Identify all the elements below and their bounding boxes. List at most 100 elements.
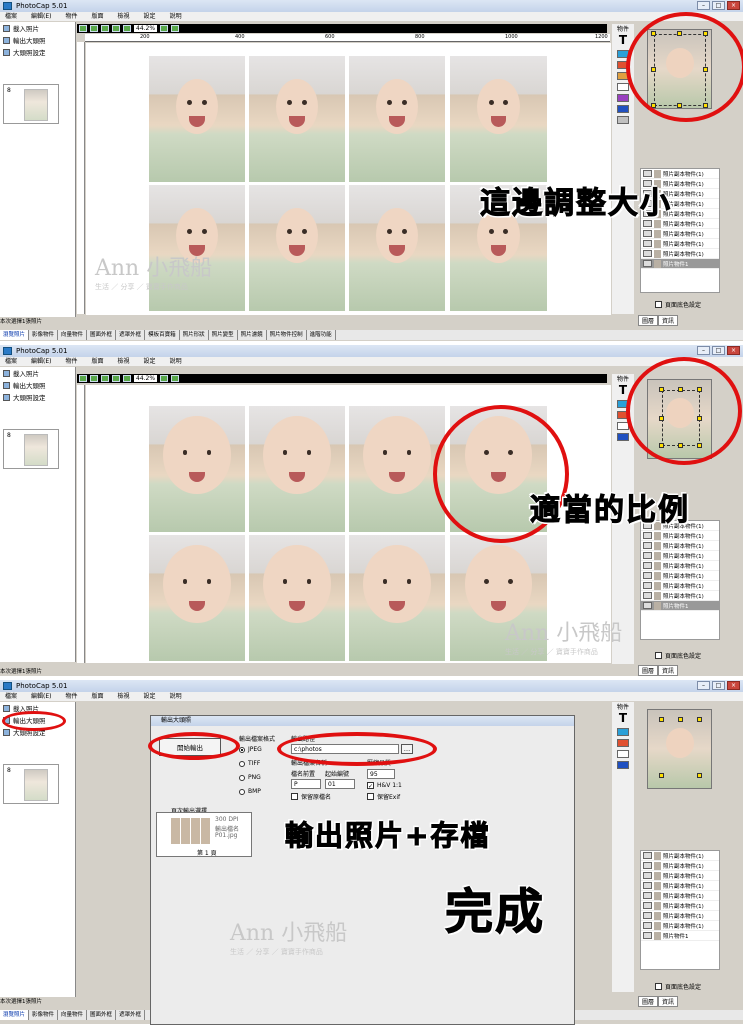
tab-layers[interactable]: 圖層	[638, 996, 659, 1007]
photo-cell[interactable]	[249, 56, 345, 182]
menu-object[interactable]: 物件	[66, 692, 78, 701]
load-photo-item[interactable]: 載入照片	[0, 22, 75, 34]
menu-layout[interactable]: 版面	[92, 357, 104, 366]
menu-object[interactable]: 物件	[66, 357, 78, 366]
pointer-icon[interactable]	[160, 25, 169, 32]
zoom-in-icon[interactable]	[101, 375, 109, 382]
menu-help[interactable]: 說明	[170, 12, 182, 21]
tab-browse[interactable]: 瀏覽照片	[0, 330, 30, 340]
visibility-icon[interactable]	[643, 892, 652, 899]
visibility-icon[interactable]	[643, 922, 652, 929]
zoom-out-icon[interactable]	[112, 375, 120, 382]
hand-icon[interactable]	[171, 25, 180, 32]
photo-thumbnail[interactable]: 8	[3, 429, 59, 469]
hv-ratio-checkbox[interactable]: ✓ H&V 1:1	[367, 782, 402, 790]
layer-item[interactable]: 照片副本物件(1)	[641, 921, 719, 931]
photo-cell[interactable]	[149, 406, 245, 532]
exif-tool-icon[interactable]	[617, 105, 629, 113]
maximize-button[interactable]: □	[712, 681, 725, 690]
visibility-icon[interactable]	[643, 572, 652, 579]
clock-tool-icon[interactable]	[617, 83, 629, 91]
visibility-icon[interactable]	[643, 250, 652, 257]
prefix-input[interactable]: P	[291, 779, 321, 789]
export-headshot-item[interactable]: 輸出大頭照	[0, 379, 75, 391]
zoom-in-icon[interactable]	[101, 25, 109, 32]
tab-browse[interactable]: 瀏覽照片	[0, 1010, 30, 1020]
tab-shape[interactable]: 照片形狀	[180, 330, 209, 340]
clock-tool-icon[interactable]	[617, 750, 629, 758]
tab-info[interactable]: 資訊	[658, 996, 679, 1007]
undo-icon[interactable]	[79, 375, 87, 382]
layer-item[interactable]: 照片副本物件(1)	[641, 551, 719, 561]
visibility-icon[interactable]	[643, 902, 652, 909]
layer-item[interactable]: 照片副本物件(1)	[641, 531, 719, 541]
visibility-icon[interactable]	[643, 862, 652, 869]
hand-icon[interactable]	[171, 375, 180, 382]
menu-view[interactable]: 檢視	[118, 12, 130, 21]
visibility-icon[interactable]	[643, 592, 652, 599]
layer-item[interactable]: 照片副本物件(1)	[641, 249, 719, 259]
minimize-button[interactable]: –	[697, 1, 710, 10]
zoom-level[interactable]: 44.2%	[134, 25, 158, 32]
tab-mask[interactable]: 遮罩外框	[116, 1010, 146, 1020]
visibility-icon[interactable]	[643, 170, 652, 177]
tab-info[interactable]: 資訊	[658, 315, 679, 326]
resize-handle[interactable]	[659, 773, 664, 778]
frame-tool-icon[interactable]	[617, 739, 629, 747]
menu-edit[interactable]: 編輯(E)	[31, 12, 51, 21]
page-bg-checkbox[interactable]: 頁面底色設定	[655, 982, 701, 991]
resize-handle[interactable]	[697, 773, 702, 778]
keep-name-checkbox[interactable]: 保留原檔名	[291, 792, 331, 801]
layer-item[interactable]: 照片副本物件(1)	[641, 591, 719, 601]
minimize-button[interactable]: –	[697, 681, 710, 690]
photo-cell[interactable]	[349, 406, 445, 532]
headshot-settings-item[interactable]: 大頭照設定	[0, 391, 75, 403]
menu-settings[interactable]: 設定	[144, 12, 156, 21]
layer-item[interactable]: 照片副本物件(1)	[641, 571, 719, 581]
visibility-icon[interactable]	[643, 582, 652, 589]
photo-cell[interactable]	[149, 56, 245, 182]
photo-cell[interactable]	[249, 406, 345, 532]
menu-help[interactable]: 說明	[170, 692, 182, 701]
visibility-icon[interactable]	[643, 562, 652, 569]
zoom-out-icon[interactable]	[112, 25, 120, 32]
layer-item[interactable]: 照片副本物件(1)	[641, 541, 719, 551]
layer-item[interactable]: 照片副本物件(1)	[641, 581, 719, 591]
fit-icon[interactable]	[123, 25, 131, 32]
load-photo-item[interactable]: 載入照片	[0, 367, 75, 379]
menu-file[interactable]: 檔案	[5, 692, 17, 701]
tab-mask[interactable]: 遮罩外框	[116, 330, 146, 340]
visibility-icon[interactable]	[643, 532, 652, 539]
menu-edit[interactable]: 編輯(E)	[31, 357, 51, 366]
menu-help[interactable]: 說明	[170, 357, 182, 366]
close-button[interactable]: ×	[727, 1, 740, 10]
tab-object-control[interactable]: 照片物件控制	[267, 330, 307, 340]
object-preview[interactable]	[647, 709, 712, 789]
layer-item-selected[interactable]: 照片物件1	[641, 259, 719, 269]
minimize-button[interactable]: –	[697, 346, 710, 355]
menu-layout[interactable]: 版面	[92, 12, 104, 21]
image-tool-icon[interactable]	[617, 728, 629, 736]
tab-image-object[interactable]: 影像物件	[29, 1010, 59, 1020]
layer-item[interactable]: 照片副本物件(1)	[641, 229, 719, 239]
resize-handle[interactable]	[659, 717, 664, 722]
export-headshot-item[interactable]: 輸出大頭照	[0, 34, 75, 46]
tab-layers[interactable]: 圖層	[638, 315, 659, 326]
tab-frame[interactable]: 圖面外框	[87, 330, 117, 340]
layer-item[interactable]: 照片副本物件(1)	[641, 901, 719, 911]
menu-view[interactable]: 檢視	[118, 357, 130, 366]
maximize-button[interactable]: □	[712, 346, 725, 355]
photo-cell[interactable]	[249, 185, 345, 311]
exif-tool-icon[interactable]	[617, 433, 629, 441]
format-png[interactable]: PNG	[239, 774, 261, 781]
menu-settings[interactable]: 設定	[144, 692, 156, 701]
photo-thumbnail[interactable]: 8	[3, 84, 59, 124]
menu-file[interactable]: 檔案	[5, 12, 17, 21]
menu-edit[interactable]: 編輯(E)	[31, 692, 51, 701]
tab-vector-object[interactable]: 向量物件	[58, 330, 88, 340]
page-thumbnail[interactable]: 300 DPI 輸出檔名 P01.jpg 第 1 頁	[156, 812, 252, 857]
maximize-button[interactable]: □	[712, 1, 725, 10]
tab-image-object[interactable]: 影像物件	[29, 330, 59, 340]
tab-transform[interactable]: 照片變型	[209, 330, 238, 340]
quality-input[interactable]: 95	[367, 769, 395, 779]
